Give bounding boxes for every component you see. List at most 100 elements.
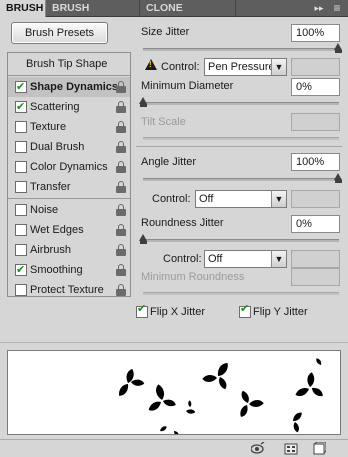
list-item-label: Transfer [30,181,71,193]
smoothing-checkbox[interactable] [15,260,27,280]
list-item-color-dynamics[interactable]: Color Dynamics [8,157,130,177]
minimum-roundness-slider [143,292,339,295]
open-preset-manager-icon[interactable] [284,442,298,455]
lock-icon[interactable] [116,244,126,256]
size-control-amount-field [291,58,340,76]
tab-clone-source[interactable]: CLONE SOURCE [140,0,236,31]
size-jitter-field[interactable]: 100% [291,24,340,42]
lock-icon[interactable] [116,204,126,216]
brush-tip-shape-label: Brush Tip Shape [26,58,108,70]
warning-icon [145,59,157,70]
roundness-control-select[interactable]: Off ▼ [204,250,287,268]
brush-options-list: Brush Tip Shape Shape Dynamics Scatterin… [7,52,131,297]
shape-dynamics-checkbox[interactable] [15,77,27,97]
list-item-transfer[interactable]: Transfer [8,177,130,197]
chevron-down-icon: ▼ [271,191,286,207]
lock-icon[interactable] [116,141,126,153]
flip-x-checkbox[interactable] [136,302,148,318]
dual-brush-checkbox[interactable] [15,141,27,153]
list-item-label: Color Dynamics [30,161,108,173]
list-item-label: Shape Dynamics [30,81,119,93]
angle-jitter-slider[interactable] [143,178,339,181]
list-item-wet-edges[interactable]: Wet Edges [8,220,130,240]
minimum-roundness-label: Minimum Roundness [141,271,245,283]
tilt-scale-label: Tilt Scale [141,116,186,128]
flip-y-label: Flip Y Jitter [253,306,308,318]
angle-control-label: Control: [152,193,191,205]
lock-icon[interactable] [116,101,126,113]
divider [8,198,130,199]
list-item-label: Texture [30,121,67,133]
angle-control-select[interactable]: Off ▼ [195,190,287,208]
minimum-diameter-label: Minimum Diameter [141,80,234,92]
lock-icon[interactable] [116,81,126,93]
wet-edges-checkbox[interactable] [15,224,27,236]
roundness-jitter-slider[interactable] [143,239,339,242]
roundness-control-amount-field [291,250,340,268]
size-control-value: Pen Pressure [208,61,275,73]
list-item-scattering[interactable]: Scattering [8,97,130,117]
size-control-select[interactable]: Pen Pressure ▼ [204,58,287,76]
angle-jitter-field[interactable]: 100% [291,153,340,171]
create-new-brush-icon[interactable] [312,442,326,455]
roundness-control-label: Control: [163,253,202,265]
angle-jitter-label: Angle Jitter [141,156,197,168]
tab-brush[interactable]: BRUSH [0,0,46,18]
minimum-roundness-field [291,268,340,286]
lock-icon[interactable] [116,224,126,236]
lock-icon[interactable] [116,284,126,296]
list-item-label: Noise [30,204,59,216]
list-item-shape-dynamics[interactable]: Shape Dynamics [8,77,130,97]
list-item-dual-brush[interactable]: Dual Brush [8,137,130,157]
flip-x-label: Flip X Jitter [150,306,206,318]
tab-brush-presets[interactable]: BRUSH PRESETS [46,0,140,31]
airbrush-checkbox[interactable] [15,244,27,256]
noise-checkbox[interactable] [15,204,27,216]
list-item-noise[interactable]: Noise [8,200,130,220]
lock-icon[interactable] [116,121,126,133]
list-item-label: Protect Texture [30,284,104,296]
list-item-texture[interactable]: Texture [8,117,130,137]
list-item-label: Airbrush [30,244,71,256]
scattering-checkbox[interactable] [15,97,27,117]
minimum-diameter-slider[interactable] [143,102,339,105]
size-jitter-slider-thumb[interactable] [334,43,342,53]
roundness-jitter-slider-thumb[interactable] [139,234,147,244]
lock-icon[interactable] [116,264,126,276]
size-control-label: Control: [161,61,200,73]
divider [136,146,342,147]
roundness-control-value: Off [208,253,223,265]
toggle-live-tip-preview-icon[interactable] [251,442,265,455]
flip-y-checkbox[interactable] [239,302,251,318]
size-jitter-label: Size Jitter [141,26,190,38]
angle-jitter-slider-thumb[interactable] [334,173,342,183]
panel-bottom-toolbar [0,439,348,457]
lock-icon[interactable] [116,161,126,173]
size-jitter-slider[interactable] [143,48,339,51]
minimum-diameter-slider-thumb[interactable] [139,97,147,107]
lock-icon[interactable] [116,181,126,193]
list-item-airbrush[interactable]: Airbrush [8,240,130,260]
color-dynamics-checkbox[interactable] [15,161,27,173]
list-item-label: Wet Edges [30,224,84,236]
roundness-jitter-field[interactable]: 0% [291,215,340,233]
list-item-smoothing[interactable]: Smoothing [8,260,130,280]
transfer-checkbox[interactable] [15,181,27,193]
chevron-down-icon: ▼ [271,251,286,267]
minimum-diameter-field[interactable]: 0% [291,78,340,96]
texture-checkbox[interactable] [15,121,27,133]
list-item-brush-tip-shape[interactable]: Brush Tip Shape [8,54,130,74]
angle-control-value: Off [199,193,214,205]
list-item-label: Scattering [30,101,80,113]
panel-tab-bar: BRUSH BRUSH PRESETS CLONE SOURCE ▸▸ ≡ [0,0,348,31]
panel-menu-icon[interactable]: ≡ [328,0,346,17]
tilt-scale-field [291,113,340,131]
tilt-scale-slider [143,137,339,140]
collapse-panel-icon[interactable]: ▸▸ [310,0,328,17]
brush-stroke-preview [7,350,341,435]
chevron-down-icon: ▼ [271,59,286,75]
protect-texture-checkbox[interactable] [15,284,27,296]
divider [0,342,348,343]
list-item-protect-texture[interactable]: Protect Texture [8,280,130,300]
brush-presets-button[interactable]: Brush Presets [11,22,108,44]
